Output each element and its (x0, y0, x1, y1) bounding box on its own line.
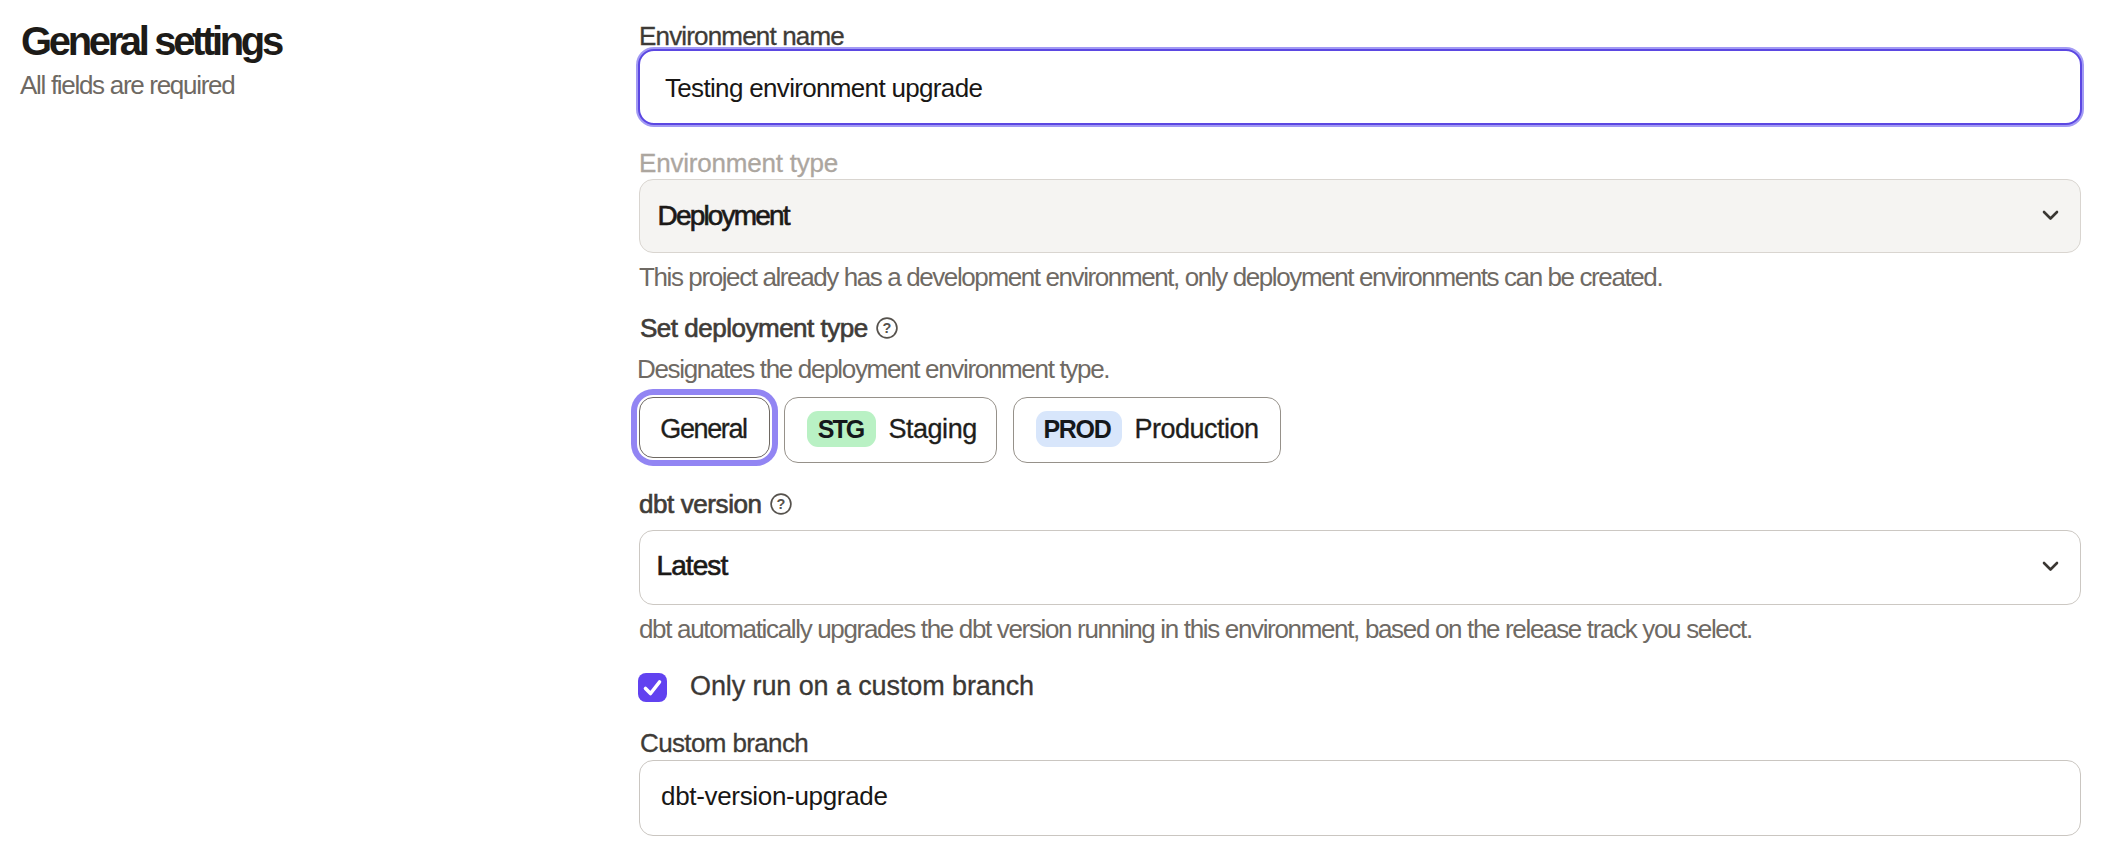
chevron-down-icon (2042, 558, 2059, 576)
question-circle-icon[interactable]: ? (876, 317, 898, 343)
checkmark-icon (638, 673, 667, 702)
question-circle-icon[interactable]: ? (770, 493, 792, 519)
question-mark-glyph: ? (883, 320, 892, 336)
page-subtitle: All fields are required (20, 72, 234, 98)
question-mark-glyph: ? (777, 496, 786, 512)
staging-option-label: Staging (889, 414, 977, 445)
deployment-type-option-general[interactable]: General (639, 397, 770, 458)
page-title: General settings (21, 21, 281, 61)
dbt-version-select[interactable]: Latest (639, 530, 2081, 605)
general-option-label: General (660, 414, 746, 445)
environment-type-label: Environment type (639, 150, 838, 176)
environment-name-label: Environment name (639, 23, 844, 49)
production-badge-text: PROD (1043, 415, 1110, 444)
deployment-type-option-production[interactable]: PROD Production (1013, 397, 1281, 463)
custom-branch-label: Custom branch (640, 730, 808, 756)
staging-badge: STG (807, 411, 876, 447)
dbt-version-label: dbt version (639, 491, 762, 517)
production-option-label: Production (1135, 414, 1259, 445)
custom-branch-input[interactable] (639, 760, 2081, 836)
deployment-type-description: Designates the deployment environment ty… (637, 356, 1109, 382)
chevron-down-icon (2042, 207, 2059, 225)
production-badge: PROD (1036, 411, 1122, 447)
staging-badge-text: STG (818, 415, 863, 444)
environment-type-help: This project already has a development e… (639, 264, 1662, 290)
environment-type-select[interactable]: Deployment (639, 179, 2081, 253)
dbt-version-help: dbt automatically upgrades the dbt versi… (639, 616, 1752, 642)
environment-name-input[interactable] (638, 49, 2082, 125)
environment-type-value: Deployment (658, 200, 789, 232)
general-settings-page: General settings All fields are required… (0, 0, 2116, 864)
deployment-type-label: Set deployment type (640, 315, 868, 341)
deployment-type-option-staging[interactable]: STG Staging (784, 397, 997, 463)
custom-branch-checkbox-label[interactable]: Only run on a custom branch (690, 673, 1034, 700)
custom-branch-checkbox[interactable] (638, 673, 667, 702)
dbt-version-value: Latest (657, 550, 728, 582)
